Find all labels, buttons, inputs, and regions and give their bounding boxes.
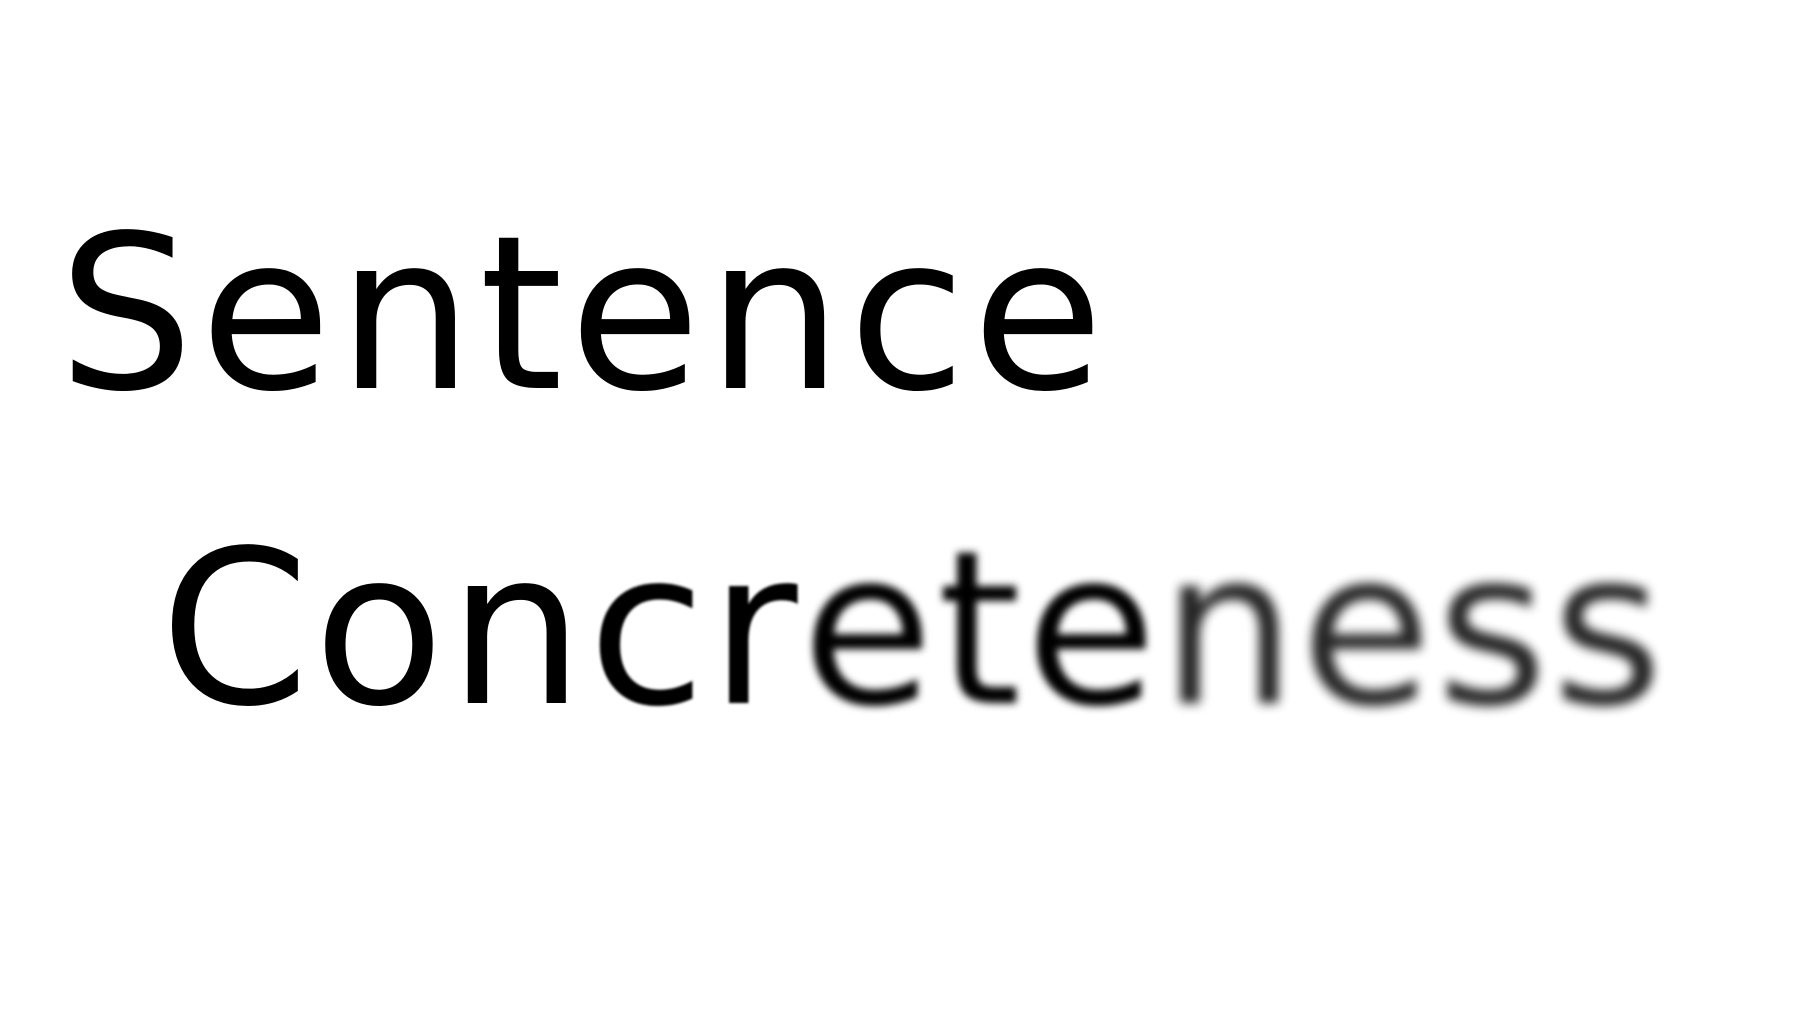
word-part-very-blurred: ness — [1160, 505, 1668, 754]
word-part-soft: cr — [587, 505, 802, 754]
word-part-blurred: ete — [801, 505, 1161, 754]
title-line-concreteness: Concreteness — [160, 523, 1667, 737]
title-line-sentence: Sentence — [58, 190, 1110, 439]
slide: Sentence Concreteness — [0, 0, 1800, 1013]
word-part-sharp: Con — [160, 505, 588, 754]
